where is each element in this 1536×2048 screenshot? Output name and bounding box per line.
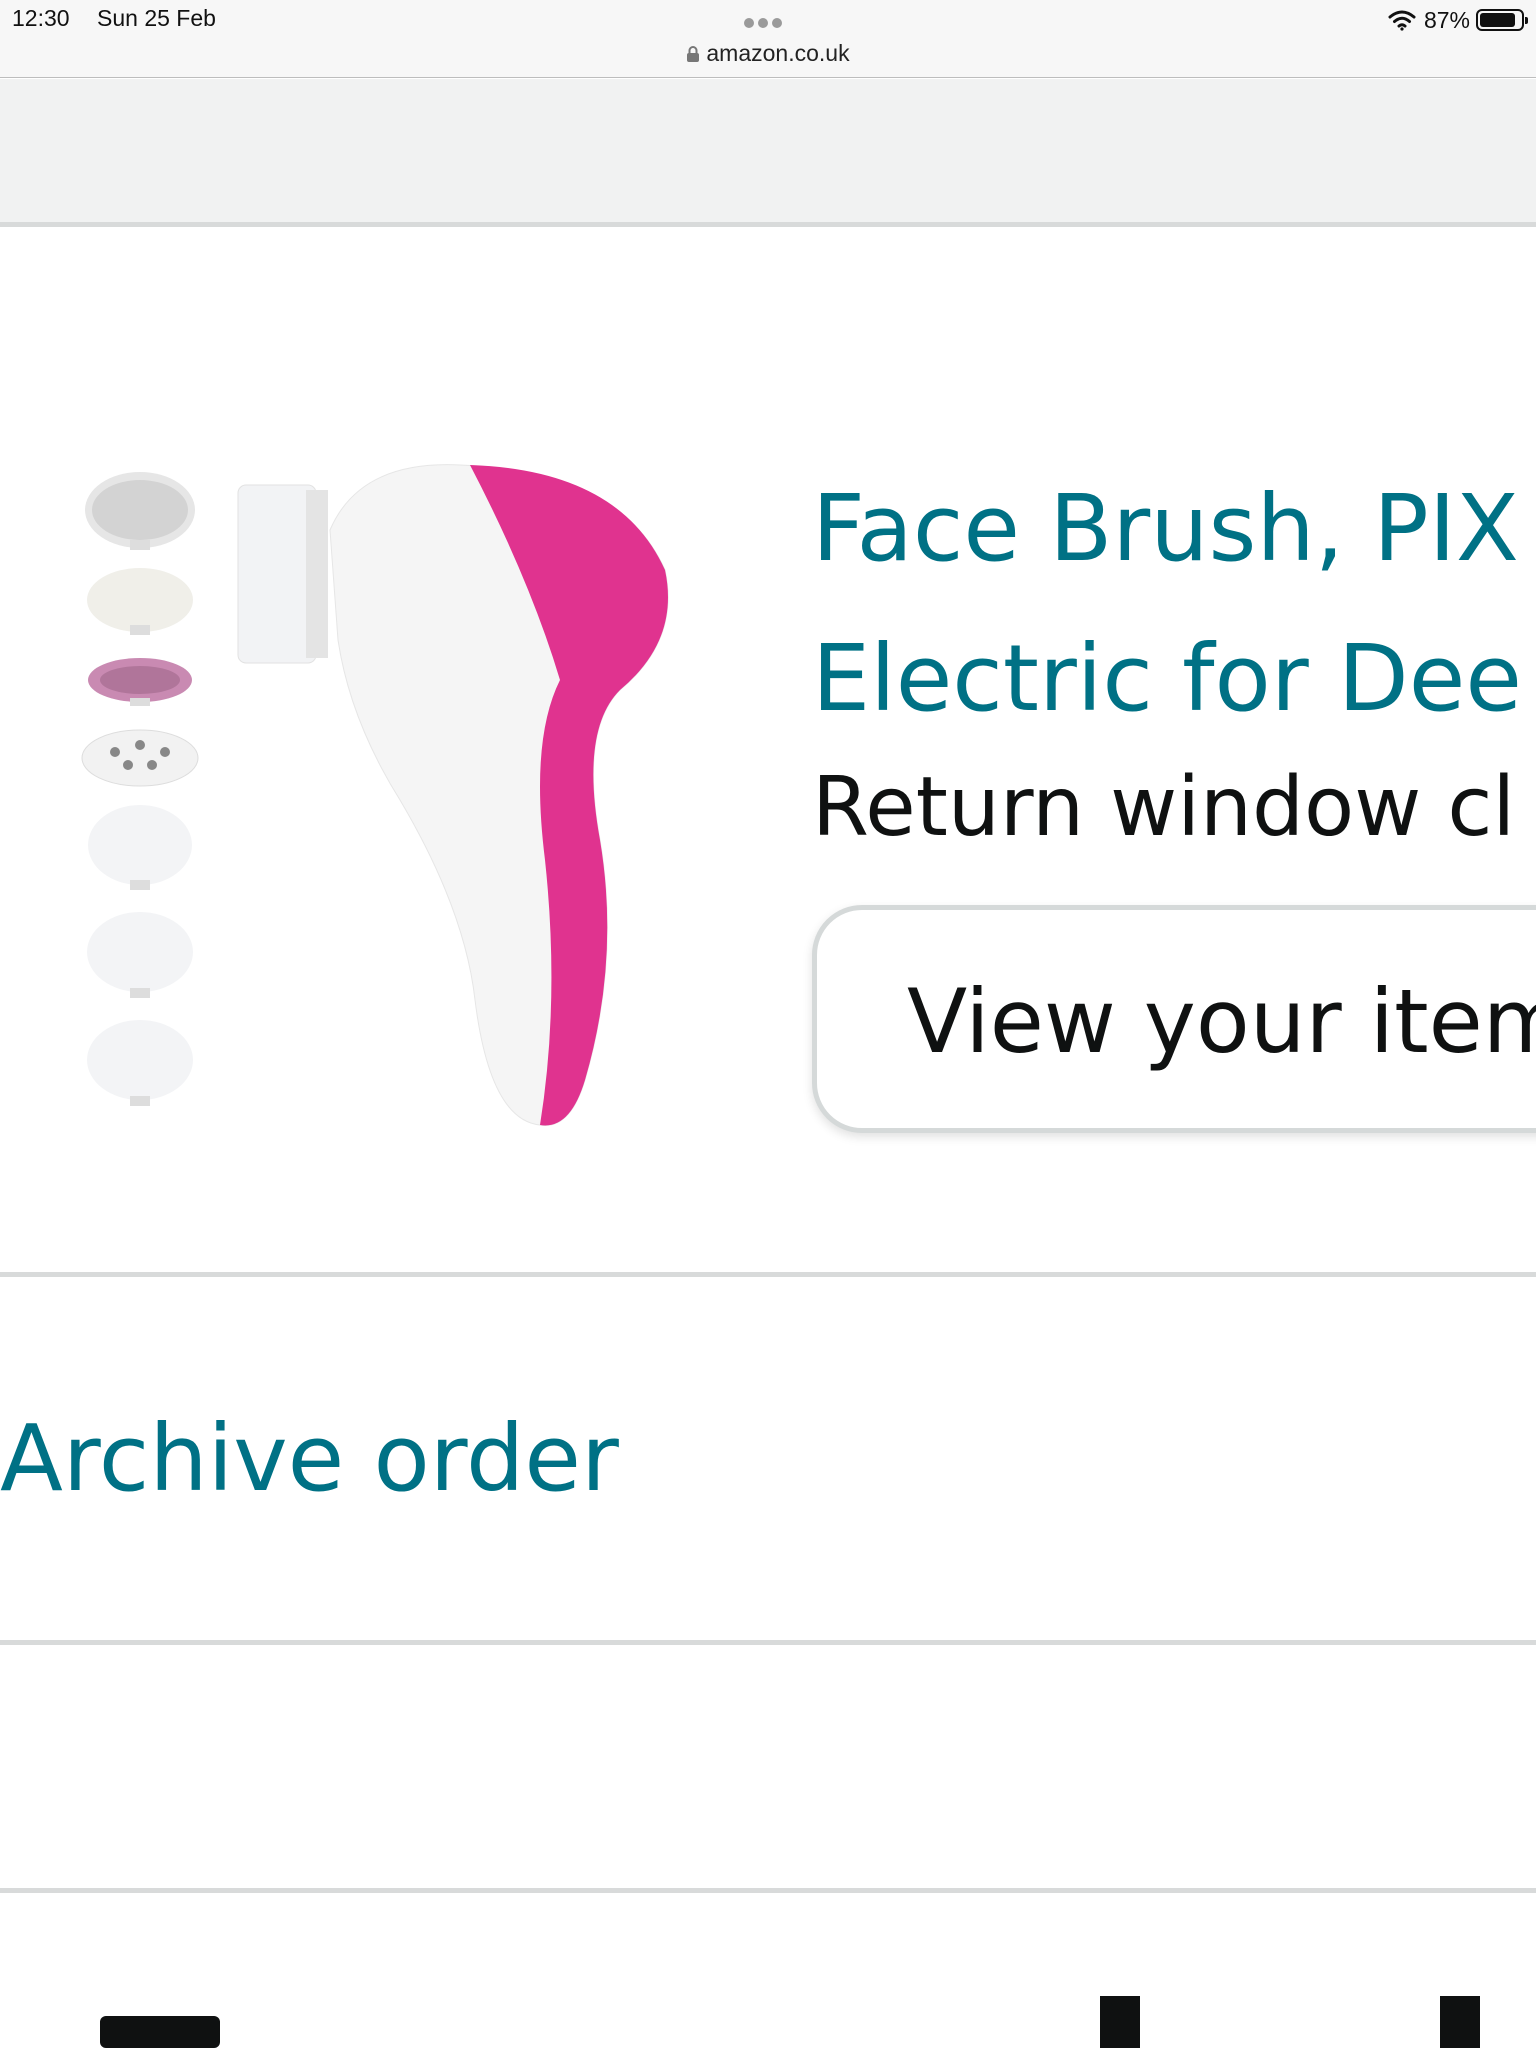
header-band xyxy=(0,79,1536,222)
view-your-item-button[interactable]: View your item xyxy=(812,905,1536,1133)
brush-device-icon xyxy=(237,464,669,1126)
archive-order-link[interactable]: Archive order xyxy=(0,1405,619,1512)
product-title-line1[interactable]: Face Brush, PIX xyxy=(812,475,1536,582)
lock-icon xyxy=(687,46,700,62)
battery-icon xyxy=(1476,9,1528,31)
divider xyxy=(0,222,1536,227)
face-brush-product-image[interactable] xyxy=(60,440,680,1140)
divider xyxy=(0,1640,1536,1645)
more-dots-icon[interactable] xyxy=(744,13,792,28)
view-your-item-label: View your item xyxy=(907,970,1536,1073)
brush-heads-icon xyxy=(81,472,199,1106)
return-window-text: Return window cl xyxy=(812,760,1516,855)
status-date: Sun 25 Feb xyxy=(97,5,216,31)
wifi-icon xyxy=(1388,10,1416,31)
product-title-line2[interactable]: Electric for Dee xyxy=(812,625,1536,732)
battery-percent: 87% xyxy=(1423,6,1470,33)
divider xyxy=(0,1272,1536,1277)
status-bar: 12:30 Sun 25 Feb amazon.co.uk 87% xyxy=(0,0,1536,78)
divider xyxy=(0,1888,1536,1893)
status-time: 12:30 xyxy=(12,5,70,31)
url-text: amazon.co.uk xyxy=(706,40,850,66)
cut-off-heading-text xyxy=(100,1996,1480,2048)
address-bar[interactable]: amazon.co.uk xyxy=(0,40,1536,67)
